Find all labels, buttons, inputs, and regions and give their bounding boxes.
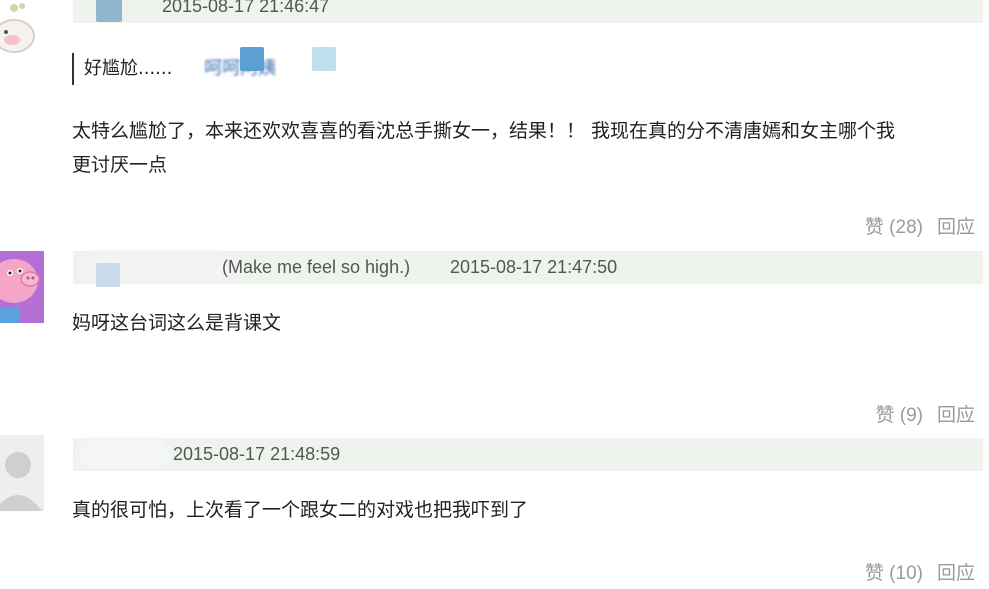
like-button[interactable]: 赞 (10) (865, 563, 923, 584)
comment-actions: 赞 (9) 回应 (875, 400, 975, 427)
comment-body: 真的很可怕，上次看了一个跟女二的对戏也把我吓到了 (72, 493, 982, 527)
like-button[interactable]: 赞 (28) (865, 217, 923, 238)
comment-timestamp: 2015-08-17 21:46:47 (162, 0, 330, 16)
comment-1: 2015-08-17 21:46:47 好尴尬...... 呵呵阿姨 太特么尴尬… (0, 0, 989, 245)
comment-timestamp: 2015-08-17 21:48:59 (173, 444, 341, 464)
avatar-peppa-pig-icon (0, 251, 44, 323)
quote-redaction-b (312, 47, 336, 71)
reply-button[interactable]: 回应 (937, 217, 975, 238)
comment-timestamp: 2015-08-17 21:47:50 (450, 257, 618, 277)
user-avatar-3[interactable] (0, 435, 44, 511)
quoted-text: 好尴尬...... (84, 58, 173, 79)
username-redacted (78, 439, 168, 469)
username-redacted (96, 0, 122, 22)
comment-2: (Make me feel so high.) 2015-08-17 21:47… (0, 245, 989, 435)
comment-text-line: 真的很可怕，上次看了一个跟女二的对戏也把我吓到了 (72, 499, 529, 521)
comment-body: 太特么尴尬了，本来还欢欢喜喜的看沈总手撕女一，结果！！ 我现在真的分不清唐嫣和女… (72, 114, 982, 182)
comment-text-line: 太特么尴尬了，本来还欢欢喜喜的看沈总手撕女一，结果！！ 我现在真的分不清唐嫣和女… (72, 120, 896, 142)
comment-actions: 赞 (10) 回应 (865, 558, 975, 585)
username-redacted-square (96, 263, 120, 287)
comment-username[interactable]: (Make me feel so high.) (222, 257, 410, 278)
avatar-default-gray-icon (0, 435, 44, 511)
comment-3: 2015-08-17 21:48:59 真的很可怕，上次看了一个跟女二的对戏也把… (0, 435, 989, 589)
comment-text-line: 更讨厌一点 (72, 154, 168, 176)
quote-redaction-a (240, 47, 264, 71)
comment-body: 妈呀这台词这么是背课文 (72, 306, 982, 340)
user-avatar-1[interactable] (0, 0, 44, 60)
reply-button[interactable]: 回应 (937, 405, 975, 426)
user-avatar-2[interactable] (0, 251, 44, 323)
reply-button[interactable]: 回应 (937, 563, 975, 584)
comment-actions: 赞 (28) 回应 (865, 212, 975, 239)
like-button[interactable]: 赞 (9) (875, 405, 923, 426)
comment-text-line: 妈呀这台词这么是背课文 (72, 312, 282, 334)
avatar-cartoon-icon (0, 0, 44, 60)
